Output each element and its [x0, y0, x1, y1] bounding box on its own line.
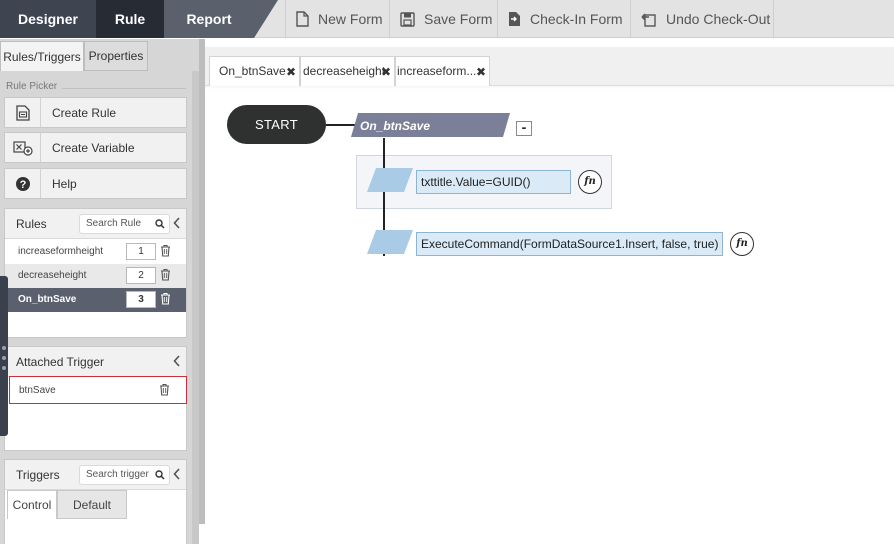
rule-tab-on-btnsave[interactable]: On_btnSave ✖	[209, 56, 300, 86]
new-form-button[interactable]: New Form	[285, 0, 389, 38]
rule-name: increaseformheight	[18, 246, 104, 257]
search-rule-placeholder: Search Rule	[86, 218, 142, 229]
attached-trigger-item[interactable]: btnSave	[9, 376, 187, 404]
search-icon	[155, 219, 165, 229]
rules-panel: Rules Search Rule increaseformheight 1 d…	[4, 208, 187, 338]
search-icon	[155, 470, 165, 480]
create-variable-icon	[12, 140, 33, 156]
help-button[interactable]: ? Help	[4, 168, 187, 199]
create-variable-button[interactable]: Create Variable	[4, 132, 187, 163]
rule-picker-divider	[62, 88, 186, 89]
rule-order-input[interactable]: 2	[126, 267, 156, 284]
search-trigger-input[interactable]: Search trigger	[79, 465, 170, 485]
drag-dot	[2, 346, 6, 350]
rule-tab-decreaseheight[interactable]: decreaseheight ✖	[300, 56, 395, 86]
undo-check-out-label: Undo Check-Out	[666, 11, 771, 27]
create-variable-label: Create Variable	[52, 140, 135, 155]
action-expression[interactable]: txttitle.Value=GUID()	[416, 170, 571, 194]
chevron-left-icon[interactable]	[173, 355, 181, 367]
rule-tab-label: increaseform...	[397, 64, 477, 78]
undo-icon	[641, 13, 656, 27]
trigger-name: btnSave	[19, 385, 56, 396]
top-toolbar: Designer Rule Report New Form Save Form …	[0, 0, 894, 38]
rule-tab-strip: On_btnSave ✖ decreaseheight ✖ increasefo…	[205, 47, 894, 86]
rule-row-selected[interactable]: On_btnSave 3	[5, 288, 186, 312]
rules-title: Rules	[16, 217, 47, 231]
close-icon[interactable]: ✖	[286, 65, 296, 79]
undo-check-out-button[interactable]: Undo Check-Out	[630, 0, 774, 38]
tab-properties[interactable]: Properties	[84, 41, 148, 71]
start-node[interactable]: START	[227, 105, 326, 144]
rule-header-label: On_btnSave	[360, 119, 431, 133]
panel-drag-handle[interactable]	[0, 276, 10, 436]
triggers-title: Triggers	[16, 468, 60, 482]
mode-tab-slant	[254, 0, 278, 38]
trash-icon[interactable]	[160, 292, 171, 305]
chevron-left-icon[interactable]	[173, 468, 181, 480]
check-in-icon	[509, 12, 520, 26]
trash-icon[interactable]	[160, 244, 171, 257]
search-trigger-placeholder: Search trigger	[86, 469, 149, 480]
create-rule-icon	[15, 104, 30, 121]
left-panel-scrollbar[interactable]	[192, 71, 199, 544]
save-form-button[interactable]: Save Form	[389, 0, 497, 38]
attached-trigger-title: Attached Trigger	[16, 355, 105, 369]
drag-dot	[2, 366, 6, 370]
rule-row[interactable]: decreaseheight 2	[5, 264, 186, 288]
action-step-marker	[367, 230, 413, 254]
rule-name: On_btnSave	[18, 294, 77, 305]
rule-row[interactable]: increaseformheight 1	[5, 240, 186, 264]
tab-default[interactable]: Default	[57, 490, 127, 519]
new-form-label: New Form	[318, 11, 383, 27]
check-in-form-button[interactable]: Check-In Form	[497, 0, 630, 38]
attached-trigger-header: Attached Trigger	[5, 347, 186, 377]
check-in-form-label: Check-In Form	[530, 11, 623, 27]
rule-tab-label: On_btnSave	[219, 64, 286, 78]
function-button[interactable]: fn	[578, 170, 602, 194]
canvas-top-shadow	[205, 86, 894, 89]
triggers-panel: Triggers Search trigger Control Default	[4, 459, 187, 544]
function-button[interactable]: fn	[730, 232, 754, 256]
triggers-panel-header: Triggers Search trigger	[5, 460, 186, 490]
new-form-icon	[296, 11, 309, 27]
rule-name: decreaseheight	[18, 270, 87, 281]
search-rule-input[interactable]: Search Rule	[79, 214, 170, 234]
action-step-marker	[367, 168, 413, 192]
close-icon[interactable]: ✖	[381, 65, 391, 79]
close-icon[interactable]: ✖	[476, 65, 486, 79]
rule-picker-label: Rule Picker	[6, 81, 58, 92]
drag-dot	[2, 356, 6, 360]
trash-icon[interactable]	[159, 383, 170, 396]
rule-order-input[interactable]: 1	[126, 243, 156, 260]
action-expression[interactable]: ExecuteCommand(FormDataSource1.Insert, f…	[416, 232, 723, 256]
svg-text:?: ?	[19, 179, 26, 191]
mode-tab-rule[interactable]: Rule	[96, 0, 164, 38]
tab-control[interactable]: Control	[7, 490, 57, 519]
rule-tab-label: decreaseheight	[303, 64, 386, 78]
mode-tab-designer[interactable]: Designer	[0, 0, 96, 38]
rules-panel-header: Rules Search Rule	[5, 209, 186, 239]
help-icon: ?	[15, 176, 30, 191]
trash-icon[interactable]	[160, 268, 171, 281]
left-panel: Rules/Triggers Properties Rule Picker Cr…	[0, 39, 199, 544]
save-form-label: Save Form	[424, 11, 493, 27]
mode-tab-report[interactable]: Report	[164, 0, 254, 38]
help-label: Help	[52, 176, 77, 191]
rule-canvas: On_btnSave ✖ decreaseheight ✖ increasefo…	[205, 39, 894, 524]
save-icon	[400, 11, 415, 27]
collapse-button[interactable]: -	[516, 120, 532, 136]
tab-rules-triggers[interactable]: Rules/Triggers	[0, 41, 84, 71]
rule-order-input[interactable]: 3	[126, 291, 156, 308]
rule-tab-increaseformheight[interactable]: increaseform... ✖	[395, 56, 490, 86]
attached-trigger-panel: Attached Trigger btnSave	[4, 346, 187, 451]
create-rule-label: Create Rule	[52, 105, 117, 120]
chevron-left-icon[interactable]	[173, 217, 181, 229]
create-rule-button[interactable]: Create Rule	[4, 97, 187, 128]
